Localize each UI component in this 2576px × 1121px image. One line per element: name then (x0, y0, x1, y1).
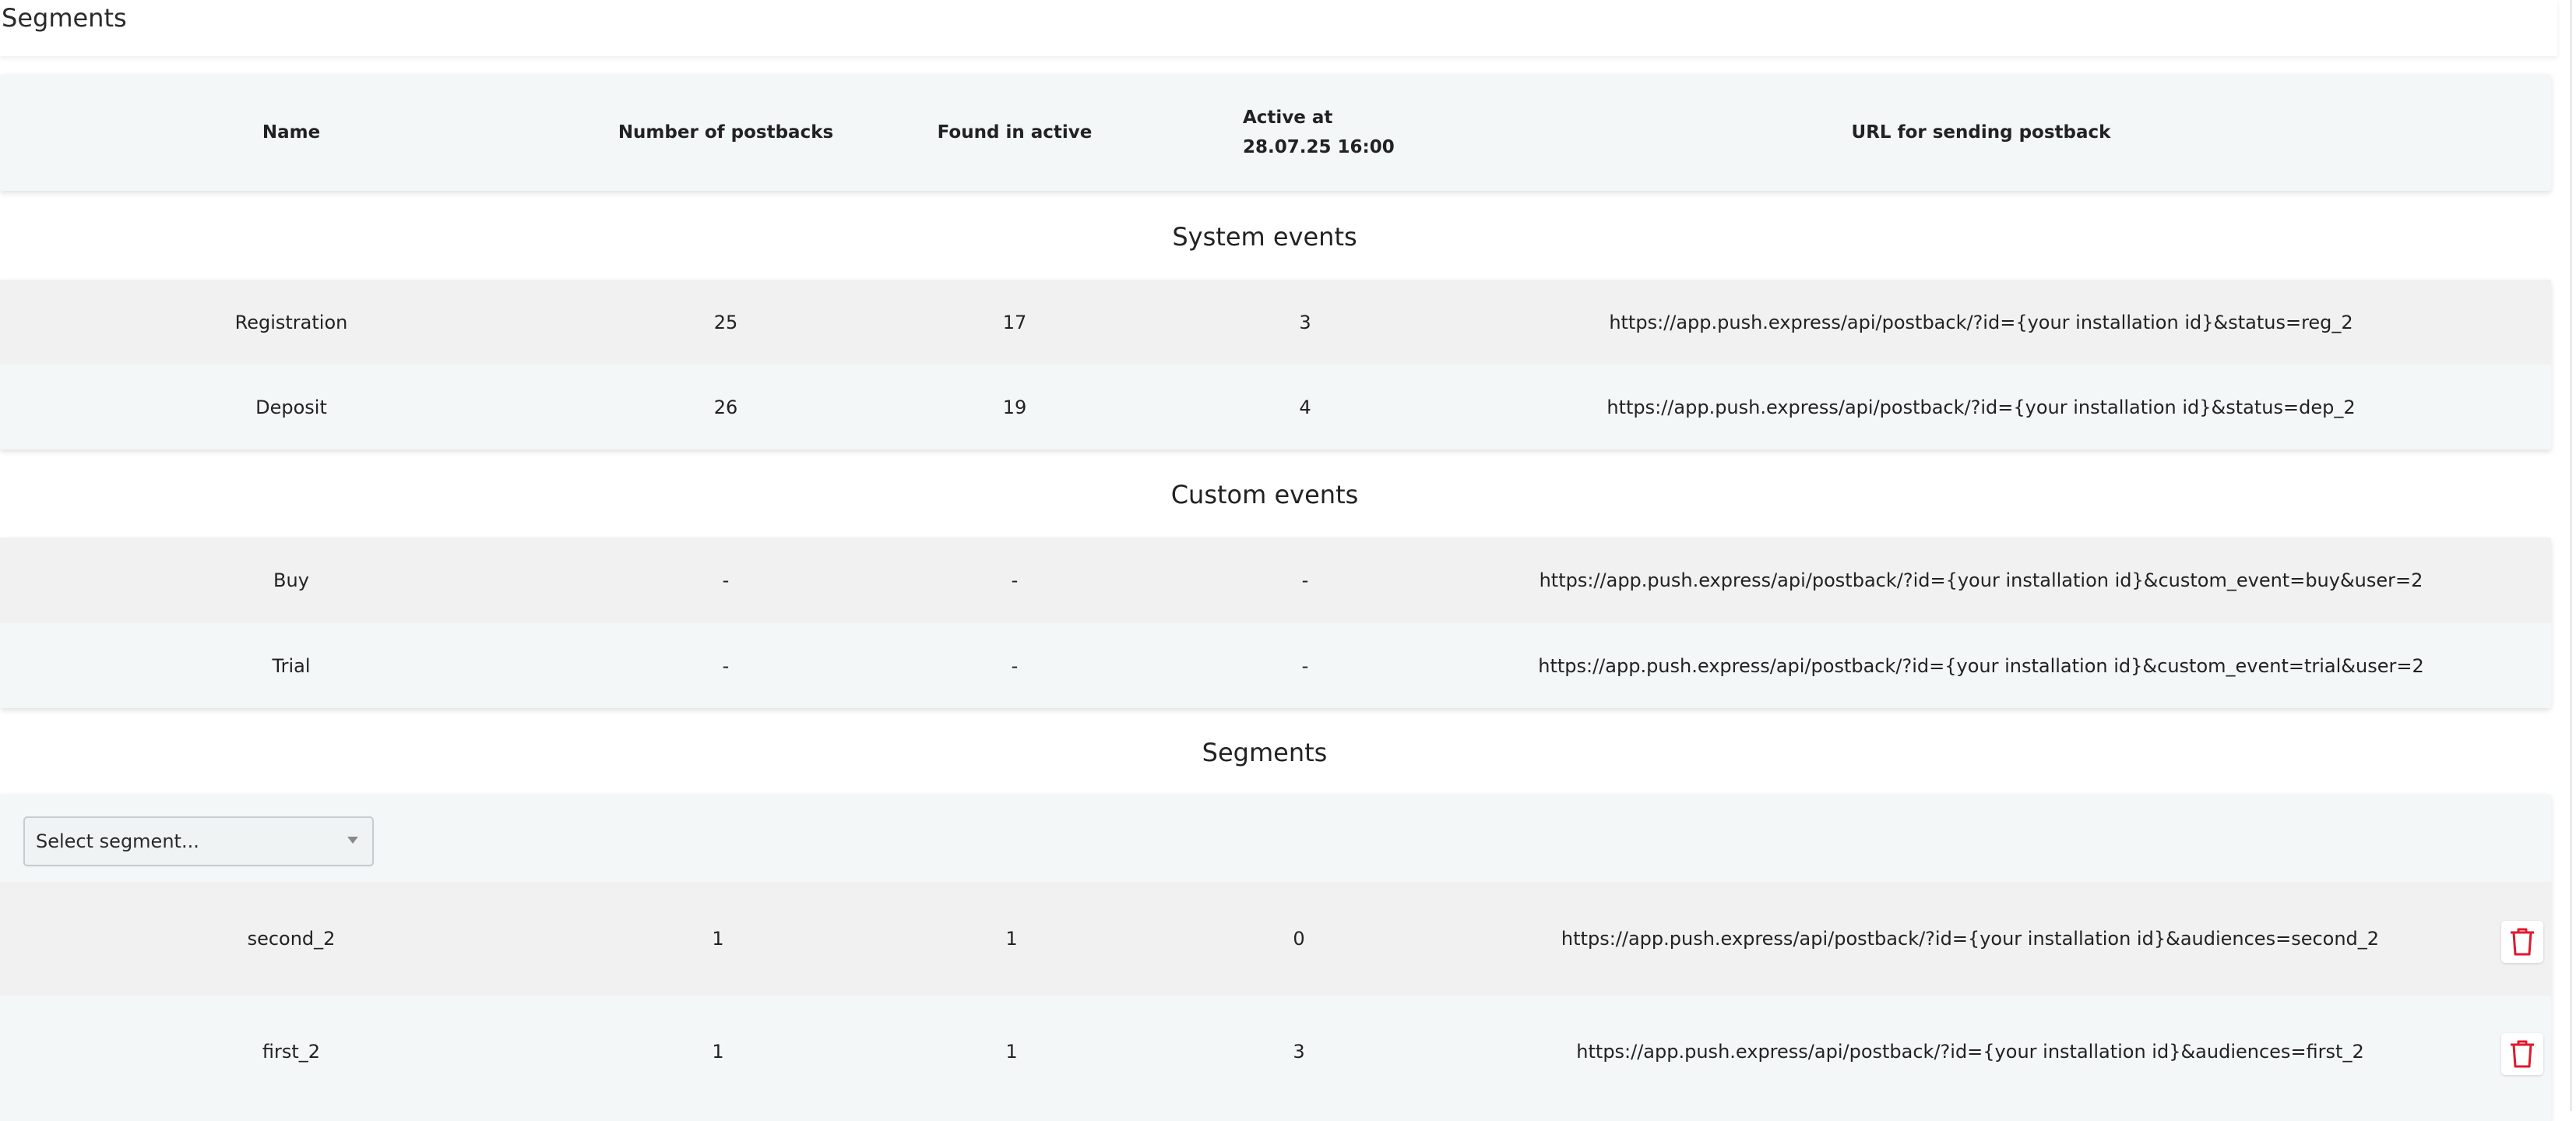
postback-url: https://app.push.express/api/postback/?i… (1539, 569, 2423, 591)
event-name: Trial (272, 654, 311, 677)
postbacks-count: - (722, 569, 730, 591)
delete-segment-button[interactable] (2501, 921, 2543, 963)
vertical-scrollbar[interactable] (2570, 0, 2572, 1111)
table-row: Buy - - - https://app.push.express/api/p… (0, 538, 2551, 623)
column-header-url: URL for sending postback (1851, 122, 2111, 143)
page-header: Segments (0, 0, 2557, 56)
segment-name: second_2 (247, 928, 336, 950)
postbacks-count: 26 (713, 396, 738, 418)
page-title: Segments (2, 3, 127, 33)
trash-icon (2511, 1040, 2534, 1068)
column-header-found: Found in active (937, 122, 1093, 143)
postback-url: https://app.push.express/api/postback/?i… (1538, 654, 2424, 677)
active-at-value: 4 (1299, 396, 1311, 418)
system-events-table: Registration 25 17 3 https://app.push.ex… (0, 280, 2551, 449)
found-in-active: - (1011, 654, 1019, 677)
active-at-value: - (1301, 569, 1309, 591)
found-in-active: 1 (1005, 1040, 1018, 1063)
table-row: first_2 1 1 3 https://app.push.express/a… (0, 996, 2551, 1121)
segments-table: second_2 1 1 0 https://app.push.express/… (0, 794, 2551, 1121)
segment-select[interactable]: Select segment... (23, 816, 374, 866)
postbacks-count: 25 (713, 311, 738, 333)
table-row: second_2 1 1 0 https://app.push.express/… (0, 882, 2551, 996)
found-in-active: - (1011, 569, 1019, 591)
active-at-value: 0 (1293, 928, 1305, 950)
event-name: Deposit (255, 396, 327, 418)
delete-segment-button[interactable] (2501, 1033, 2543, 1075)
active-at-label: Active at (1243, 108, 1333, 128)
active-at-date: 28.07.25 16:00 (1243, 137, 1395, 157)
found-in-active: 1 (1005, 928, 1018, 950)
section-title-custom: Custom events (1170, 480, 1359, 509)
table-row: Trial - - - https://app.push.express/api… (0, 623, 2551, 708)
trash-icon (2511, 928, 2534, 956)
column-header-active-at: Active at 28.07.25 16:00 (1160, 74, 1450, 191)
section-title-system: System events (1172, 222, 1357, 252)
table-row: Deposit 26 19 4 https://app.push.express… (0, 365, 2551, 449)
segment-select-placeholder: Select segment... (36, 830, 199, 852)
caret-down-icon (347, 837, 358, 844)
postback-url: https://app.push.express/api/postback/?i… (1561, 928, 2380, 950)
postbacks-count: 1 (712, 1040, 724, 1063)
segment-name: first_2 (262, 1040, 321, 1063)
found-in-active: 17 (1002, 311, 1027, 333)
column-header-name: Name (262, 122, 321, 143)
active-at-value: - (1301, 654, 1309, 677)
found-in-active: 19 (1002, 396, 1027, 418)
postbacks-count: 1 (712, 928, 724, 950)
postback-url: https://app.push.express/api/postback/?i… (1609, 311, 2353, 333)
custom-events-table: Buy - - - https://app.push.express/api/p… (0, 538, 2551, 708)
postback-url: https://app.push.express/api/postback/?i… (1606, 396, 2356, 418)
active-at-value: 3 (1299, 311, 1311, 333)
event-name: Registration (234, 311, 348, 333)
postbacks-count: - (722, 654, 730, 677)
event-name: Buy (273, 569, 309, 591)
column-header-postbacks: Number of postbacks (618, 122, 834, 143)
active-at-value: 3 (1293, 1040, 1305, 1063)
table-row: Registration 25 17 3 https://app.push.ex… (0, 280, 2551, 365)
postback-url: https://app.push.express/api/postback/?i… (1576, 1040, 2364, 1063)
section-title-segments: Segments (1202, 738, 1328, 767)
segment-select-row (0, 794, 2551, 882)
table-header: Name Number of postbacks Found in active… (0, 74, 2551, 191)
